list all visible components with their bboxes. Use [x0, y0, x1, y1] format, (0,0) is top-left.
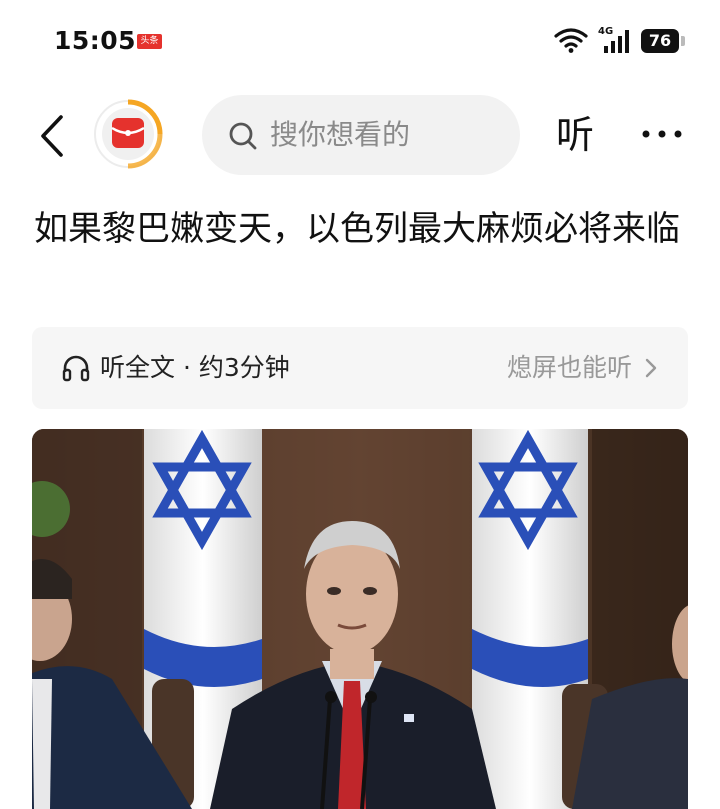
listen-button[interactable]: 听: [556, 110, 594, 160]
search-bar[interactable]: 搜你想看的: [202, 95, 520, 175]
chevron-right-icon: [645, 358, 657, 378]
status-bar: 15:05 头条 4G 76: [0, 0, 720, 84]
status-time: 15:05: [54, 26, 137, 55]
photo-illustration: [32, 429, 688, 809]
battery-tip: [681, 36, 685, 46]
headphone-icon: [62, 355, 90, 382]
battery-icon: 76: [641, 29, 679, 53]
wifi-icon: [554, 28, 588, 53]
listen-full-text-label: 听全文 · 约3分钟: [100, 353, 290, 382]
signal-icon: [604, 30, 629, 53]
listen-full-text-bar[interactable]: 听全文 · 约3分钟 熄屏也能听: [32, 327, 688, 409]
back-arrow-icon[interactable]: [33, 113, 73, 159]
search-placeholder: 搜你想看的: [270, 118, 411, 151]
app-logo-icon[interactable]: [92, 98, 164, 170]
screen-off-listen-label: 熄屏也能听: [506, 353, 632, 382]
article-title: 如果黎巴嫩变天，以色列最大麻烦必将来临: [34, 209, 680, 249]
more-options-icon[interactable]: [638, 114, 686, 154]
app-badge: 头条: [137, 34, 162, 49]
search-icon: [229, 122, 257, 150]
article-photo[interactable]: [32, 429, 688, 809]
